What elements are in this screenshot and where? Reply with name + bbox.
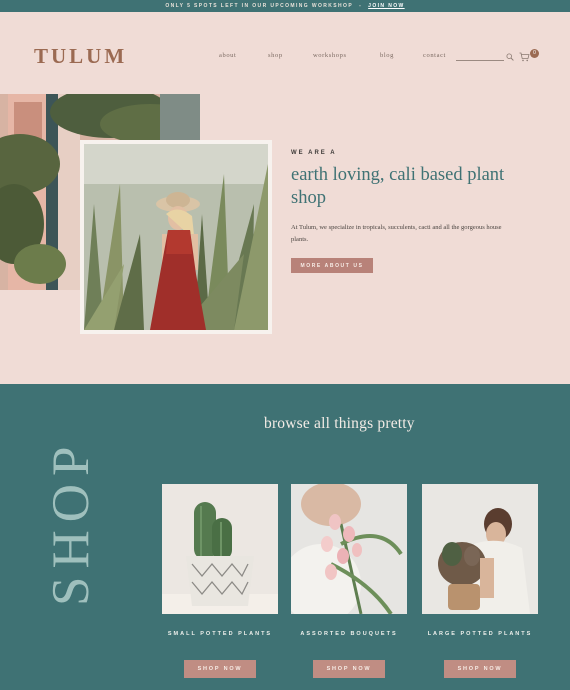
nav-item-contact[interactable]: contact xyxy=(423,52,446,59)
shop-title: browse all things pretty xyxy=(264,415,415,432)
woman-plants-photo xyxy=(80,140,272,334)
small-potted-plants-label: SMALL POTTED PLANTS xyxy=(167,631,273,637)
announcement-bar: ONLY 5 SPOTS LEFT IN OUR UPCOMING WORKSH… xyxy=(0,0,570,12)
shop-now-button-small-potted-plants[interactable]: SHOP NOW xyxy=(184,660,256,678)
nav-item-shop[interactable]: shop xyxy=(268,52,283,59)
shop-vertical-label: SHOP xyxy=(42,438,100,606)
hero-body: At Tulum, we specialize in tropicals, su… xyxy=(291,224,502,243)
hero-eyebrow: WE ARE A xyxy=(291,150,337,156)
more-about-us-button[interactable]: MORE ABOUT US xyxy=(291,258,373,273)
hero-title: earth loving, cali based plant shop xyxy=(291,165,505,208)
assorted-bouquets-label: ASSORTED BOUQUETS xyxy=(300,631,398,637)
nav-item-blog[interactable]: blog xyxy=(380,52,394,59)
assorted-bouquets-image[interactable] xyxy=(291,484,407,614)
cart-icon[interactable] xyxy=(519,52,530,62)
shop-now-button-assorted-bouquets[interactable]: SHOP NOW xyxy=(313,660,385,678)
small-potted-plants-image[interactable] xyxy=(162,484,278,614)
shop-now-button-large-potted-plants[interactable]: SHOP NOW xyxy=(444,660,516,678)
large-potted-plants-image[interactable] xyxy=(422,484,538,614)
search-icon[interactable] xyxy=(506,53,514,61)
cart-count-badge: 0 xyxy=(530,49,539,58)
large-potted-plants-label: LARGE POTTED PLANTS xyxy=(427,631,533,637)
announcement-text: ONLY 5 SPOTS LEFT IN OUR UPCOMING WORKSH… xyxy=(165,3,354,9)
nav-item-about[interactable]: about xyxy=(219,52,236,59)
nav-item-workshops[interactable]: workshops xyxy=(313,52,347,59)
join-now-link[interactable]: JOIN NOW xyxy=(368,3,404,9)
search-input[interactable] xyxy=(456,60,504,61)
announcement-separator: - xyxy=(359,3,363,9)
